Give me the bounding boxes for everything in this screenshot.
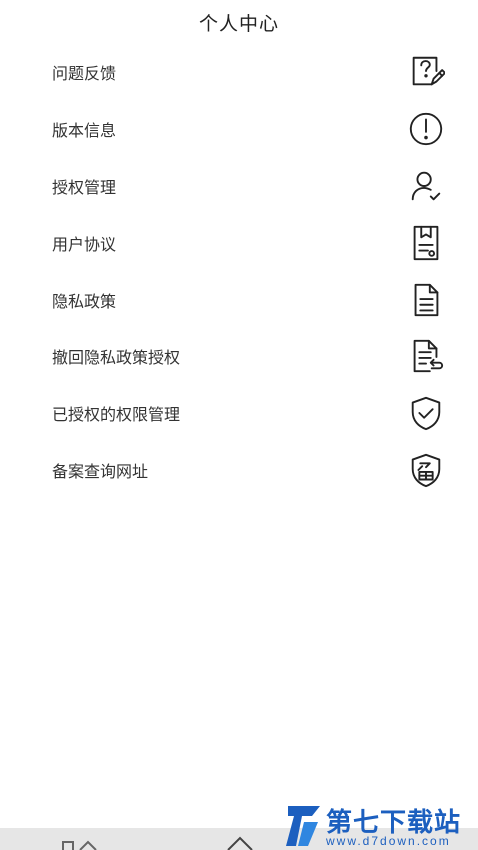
menu-item-version[interactable]: 版本信息	[0, 101, 478, 158]
agreement-document-icon	[406, 223, 446, 263]
feedback-edit-icon	[406, 52, 446, 92]
menu-item-label: 已授权的权限管理	[52, 407, 181, 425]
watermark-url: www.d7down.com	[326, 834, 451, 848]
recent-apps-icon[interactable]	[62, 836, 98, 850]
page-title: 个人中心	[198, 13, 279, 35]
watermark: 第七下载站 www.d7down.com	[284, 800, 478, 850]
menu-list: 问题反馈 版本信息 授权管理 用户协议 隐私政策 撤回隐私政策授权 已授权的权限…	[0, 44, 478, 498]
document-revoke-icon	[406, 336, 446, 376]
document-icon	[406, 280, 446, 320]
menu-item-revoke-privacy[interactable]: 撤回隐私政策授权	[0, 328, 478, 385]
user-check-icon	[406, 166, 446, 206]
menu-item-filing-query[interactable]: 备案查询网址	[0, 442, 478, 499]
shield-check-icon	[406, 393, 446, 433]
exclamation-circle-icon	[406, 109, 446, 149]
menu-item-label: 隐私政策	[52, 293, 117, 311]
filing-shield-icon	[406, 450, 446, 490]
menu-item-label: 问题反馈	[52, 66, 117, 84]
menu-item-label: 用户协议	[52, 236, 117, 254]
watermark-logo-icon	[284, 802, 324, 850]
home-icon[interactable]	[226, 832, 254, 850]
menu-item-feedback[interactable]: 问题反馈	[0, 44, 478, 101]
menu-item-authorization[interactable]: 授权管理	[0, 158, 478, 215]
header: 个人中心	[0, 0, 478, 44]
menu-item-permission-management[interactable]: 已授权的权限管理	[0, 385, 478, 442]
menu-item-label: 授权管理	[52, 179, 117, 197]
menu-item-label: 备案查询网址	[52, 463, 149, 481]
menu-item-label: 版本信息	[52, 123, 117, 141]
menu-item-privacy-policy[interactable]: 隐私政策	[0, 271, 478, 328]
menu-item-label: 撤回隐私政策授权	[52, 350, 181, 368]
personal-center-page: 个人中心 问题反馈 版本信息 授权管理 用户协议 隐私政策 撤回隐私政策授权 已…	[0, 0, 478, 850]
menu-item-user-agreement[interactable]: 用户协议	[0, 214, 478, 271]
